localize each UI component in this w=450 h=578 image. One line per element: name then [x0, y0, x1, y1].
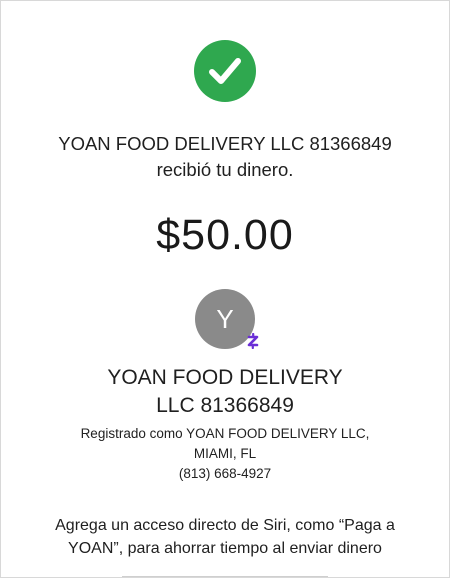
- recipient-phone: (813) 668-4927: [178, 466, 272, 481]
- registered-as: Registrado como YOAN FOOD DELIVERY LLC,: [80, 426, 370, 441]
- recipient-name-line-1: YOAN FOOD DELIVERY: [107, 366, 343, 389]
- avatar-initial: Y: [216, 303, 234, 334]
- payment-confirmation-message: YOAN FOOD DELIVERY LLC 81366849 recibió …: [0, 131, 450, 183]
- recipient-line-1: YOAN FOOD DELIVERY LLC 81366849: [58, 133, 392, 154]
- recipient-name: YOAN FOOD DELIVERY LLC 81366849: [0, 364, 450, 420]
- cash-app-glyph: [247, 333, 259, 349]
- divider: [122, 576, 328, 577]
- siri-prompt-line-2: YOAN”, para ahorrar tiempo al enviar din…: [68, 540, 382, 557]
- recipient-line-2: recibió tu dinero.: [156, 159, 294, 180]
- siri-shortcut-prompt[interactable]: Agrega un acceso directo de Siri, como “…: [0, 514, 450, 560]
- checkmark-icon: [209, 58, 241, 84]
- payment-amount: $50.00: [156, 211, 294, 259]
- recipient-name-line-2: LLC 81366849: [156, 394, 294, 417]
- checkmark-circle-icon: [194, 40, 256, 102]
- siri-prompt-line-1: Agrega un acceso directo de Siri, como “…: [55, 517, 395, 534]
- recipient-details: Registrado como YOAN FOOD DELIVERY LLC, …: [0, 424, 450, 484]
- recipient-location: MIAMI, FL: [193, 446, 257, 461]
- cash-app-icon: [244, 332, 262, 350]
